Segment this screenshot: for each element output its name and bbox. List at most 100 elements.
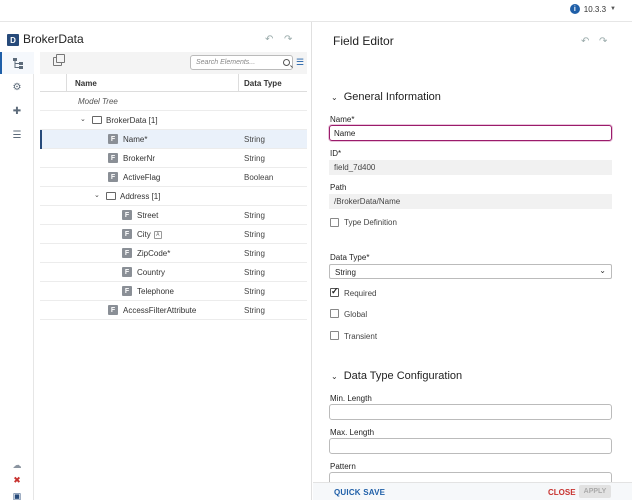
table-row[interactable]: F AccessFilterAttribute String (40, 301, 307, 320)
field-icon: F (122, 248, 132, 258)
chevron-down-icon: ▼ (610, 6, 616, 12)
folder-icon (106, 192, 116, 200)
undo-icon[interactable]: ↶ (581, 36, 589, 47)
max-length-label: Max. Length (330, 428, 375, 437)
required-checkbox[interactable] (330, 286, 339, 297)
row-name: ActiveFlag (123, 173, 161, 182)
row-type: String (244, 306, 265, 315)
general-section-header[interactable]: ⌄ General Information (331, 91, 441, 103)
row-type: String (244, 268, 265, 277)
top-bar: i 10.3.3 ▼ (0, 0, 632, 22)
table-row[interactable]: ⌄ Address [1] (40, 187, 307, 206)
row-name: Country (137, 268, 166, 277)
row-type: String (244, 154, 265, 163)
info-icon: i (569, 4, 580, 14)
search-icon[interactable] (283, 59, 290, 66)
gear-icon[interactable]: ⚙ (0, 76, 34, 98)
copy-icon[interactable] (53, 54, 65, 66)
row-type: String (244, 211, 265, 220)
min-length-field[interactable] (329, 404, 612, 420)
column-divider (66, 74, 67, 92)
transient-label: Transient (344, 332, 378, 341)
row-name: BrokerData [1] (106, 116, 158, 125)
data-type-value: String (335, 268, 356, 277)
chevron-down-icon: ⌄ (331, 372, 338, 381)
row-name: AccessFilterAttribute (123, 306, 197, 315)
transient-checkbox[interactable] (330, 331, 339, 340)
redo-icon[interactable]: ↷ (284, 34, 292, 45)
config-section-header[interactable]: ⌄ Data Type Configuration (331, 370, 462, 382)
side-icon-bar: ⚙ ✚ ☰ ☁ ✖ ▣ ▤ (0, 52, 34, 500)
section-title: General Information (343, 91, 441, 103)
quick-save-button[interactable]: QUICK SAVE (334, 488, 385, 497)
column-name[interactable]: Name (75, 79, 97, 88)
save-icon[interactable]: ▣ (12, 491, 22, 500)
table-row[interactable]: F Telephone String (40, 282, 307, 301)
search-input[interactable]: Search Elements... (190, 55, 293, 70)
table-row[interactable]: F ZipCode* String (40, 244, 307, 263)
plugin-icon[interactable]: ✚ (0, 100, 34, 122)
tree-root: Model Tree (40, 92, 307, 111)
name-field[interactable]: Name (329, 125, 612, 141)
root-label: Model Tree (78, 97, 118, 106)
filter-icon[interactable]: ☰ (296, 58, 304, 67)
path-label: Path (330, 183, 347, 192)
max-length-field[interactable] (329, 438, 612, 454)
row-name: ZipCode* (137, 249, 171, 258)
page-title: BrokerData (23, 32, 84, 46)
version-menu[interactable]: i 10.3.3 ▼ (569, 4, 616, 14)
data-type-select[interactable]: String ⌄ (329, 264, 612, 279)
app-logo: D (7, 34, 19, 46)
cloud-upload-icon[interactable]: ☁ (12, 460, 22, 470)
row-name: Address [1] (120, 192, 161, 201)
row-name-text: City (137, 230, 151, 239)
global-checkbox[interactable] (330, 309, 339, 318)
editor-footer: QUICK SAVE CLOSE APPLY (313, 482, 632, 500)
table-row[interactable]: F Street String (40, 206, 307, 225)
model-panel: D BrokerData ↶ ↷ ⚙ ✚ ☰ ☁ ✖ ▣ ▤ Search El… (0, 22, 312, 500)
row-name: BrokerNr (123, 154, 156, 163)
version-label: 10.3.3 (583, 4, 607, 14)
close-button[interactable]: CLOSE (548, 488, 576, 497)
chevron-down-icon: ⌄ (599, 266, 606, 275)
redo-icon[interactable]: ↷ (599, 36, 607, 47)
pattern-label: Pattern (330, 462, 356, 471)
table-row[interactable]: F Name* String (40, 130, 307, 149)
table-row[interactable]: F ActiveFlag Boolean (40, 168, 307, 187)
row-name: Name* (123, 135, 148, 144)
table-row[interactable]: F City A String (40, 225, 307, 244)
field-icon: F (122, 210, 132, 220)
table-row[interactable]: F BrokerNr String (40, 149, 307, 168)
field-icon: F (122, 267, 132, 277)
cancel-icon[interactable]: ✖ (12, 475, 22, 485)
row-type: String (244, 287, 265, 296)
field-icon: F (108, 305, 118, 315)
apply-button[interactable]: APPLY (579, 485, 611, 498)
pattern-field[interactable] (329, 472, 612, 482)
row-type: String (244, 249, 265, 258)
tree-icon[interactable] (0, 52, 34, 74)
row-name: Telephone (137, 287, 174, 296)
data-type-label: Data Type* (330, 253, 370, 262)
min-length-label: Min. Length (330, 394, 372, 403)
row-type: String (244, 135, 265, 144)
row-type: String (244, 230, 265, 239)
column-data-type[interactable]: Data Type (244, 79, 282, 88)
chevron-down-icon[interactable]: ⌄ (94, 191, 100, 199)
model-header: D BrokerData ↶ ↷ (0, 22, 312, 52)
table-row[interactable]: ⌄ BrokerData [1] (40, 111, 307, 130)
name-label: Name* (330, 115, 355, 124)
checklist-icon[interactable]: ☰ (0, 124, 34, 146)
folder-icon (92, 116, 102, 124)
type-definition-label: Type Definition (344, 218, 397, 227)
field-icon: F (108, 153, 118, 163)
section-title: Data Type Configuration (343, 370, 463, 382)
id-field: field_7d400 (329, 160, 612, 175)
type-definition-checkbox[interactable] (330, 218, 339, 227)
field-editor-panel: Field Editor ↶ ↷ ⌄ General Information Na… (313, 22, 632, 500)
undo-icon[interactable]: ↶ (265, 34, 273, 45)
row-type: Boolean (244, 173, 274, 182)
table-row[interactable]: F Country String (40, 263, 307, 282)
field-icon: F (122, 286, 132, 296)
chevron-down-icon[interactable]: ⌄ (80, 115, 86, 123)
